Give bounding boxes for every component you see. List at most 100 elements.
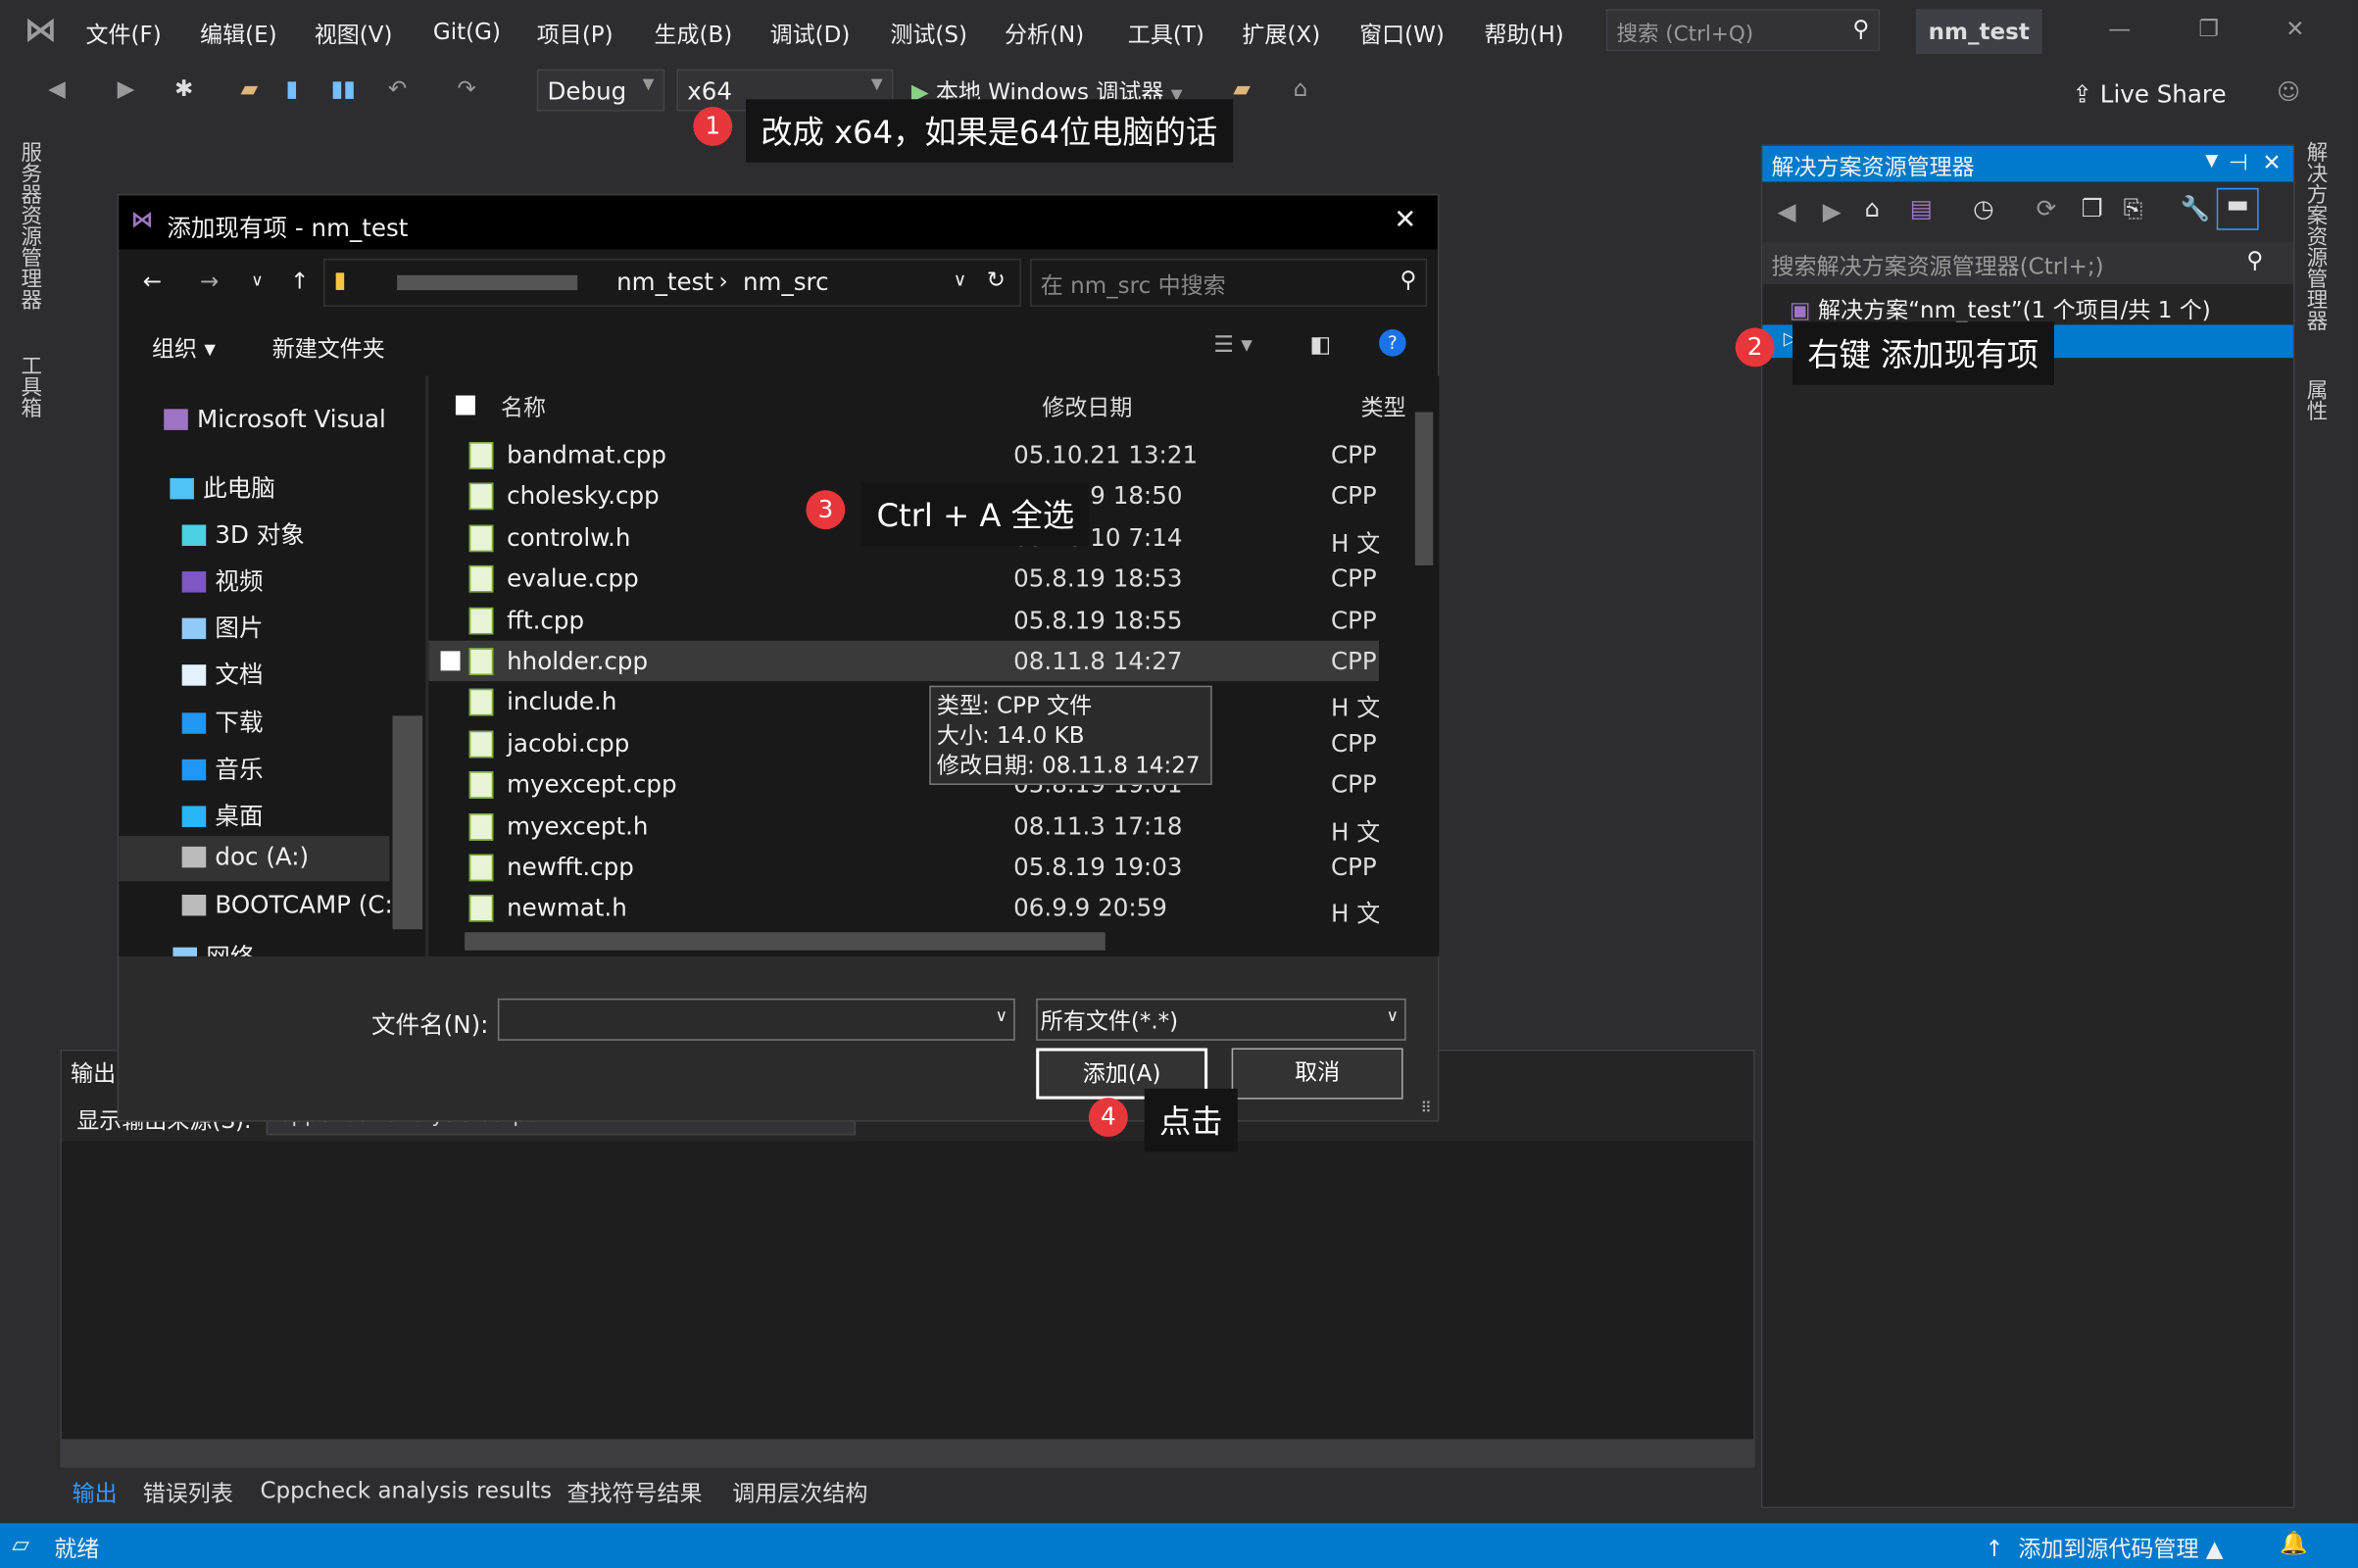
properties-icon[interactable]: 🔧 [2181, 194, 2211, 222]
menu-item-1[interactable]: 编辑(E) [200, 18, 277, 49]
feedback-icon[interactable]: ☺ [2277, 78, 2300, 106]
bottom-tab-1[interactable]: 错误列表 [143, 1477, 233, 1508]
chevron-down-icon[interactable]: ∨ [996, 1006, 1007, 1026]
nav-item[interactable]: 图片 [181, 608, 264, 644]
menu-item-8[interactable]: 分析(N) [1005, 18, 1084, 49]
organize-button[interactable]: 组织 ▾ [152, 332, 216, 364]
undo-icon[interactable]: ↶ [388, 75, 407, 103]
save-icon[interactable]: ▮ [286, 75, 299, 103]
file-row[interactable]: jacobi.cpp CPP [428, 723, 1379, 763]
pin-icon[interactable]: ⊣ [2229, 149, 2248, 176]
filename-input[interactable]: ∨ [497, 998, 1015, 1041]
view-options-icon[interactable]: ☰ ▾ [1213, 331, 1253, 359]
new-folder-button[interactable]: 新建文件夹 [272, 332, 385, 364]
close-window-button[interactable]: ✕ [2285, 15, 2304, 42]
nav-item[interactable]: 桌面 [181, 796, 264, 832]
close-dialog-button[interactable]: ✕ [1394, 205, 1416, 236]
properties-tab[interactable]: 属性 [2301, 379, 2332, 421]
forward-icon[interactable]: → [200, 268, 219, 295]
source-control-button[interactable]: ↑ 添加到源代码管理 ▲ [1985, 1533, 2223, 1564]
server-explorer-tab[interactable]: 服务器资源管理器 [15, 141, 45, 310]
nav-item[interactable]: BOOTCAMP (C: [181, 890, 393, 919]
nav-item[interactable]: 此电脑 [170, 467, 275, 504]
address-bar[interactable]: ▮ nm_test › nm_src ∨ ↻ [322, 258, 1021, 308]
file-row[interactable]: myexcept.cpp05.8.19 19:01CPP [428, 764, 1379, 805]
output-horizontal-scrollbar[interactable] [61, 1439, 1754, 1467]
configuration-dropdown[interactable]: Debug ▼ [536, 69, 665, 112]
nav-item[interactable]: 视频 [181, 561, 264, 597]
redo-icon[interactable]: ↷ [457, 75, 475, 103]
solution-search-input[interactable]: 搜索解决方案资源管理器(Ctrl+;) ⚲ [1762, 242, 2293, 285]
open-folder-icon[interactable]: ▰ [241, 75, 259, 103]
file-row[interactable]: bandmat.cpp 05.10.21 13:21 CPP [428, 434, 1379, 474]
file-horizontal-scrollbar[interactable] [428, 926, 1408, 956]
menu-item-5[interactable]: 生成(B) [654, 18, 732, 49]
nav-item[interactable]: 3D 对象 [181, 514, 305, 551]
show-all-files-icon[interactable]: ⎘ [2124, 194, 2143, 224]
folder-search-input[interactable]: 在 nm_src 中搜索 ⚲ [1030, 258, 1428, 308]
solution-explorer-tab[interactable]: 解决方案资源管理器 [2301, 141, 2332, 330]
output-text-area[interactable] [61, 1141, 1754, 1440]
menu-item-4[interactable]: 项目(P) [537, 18, 614, 49]
bottom-tab-4[interactable]: 调用层次结构 [732, 1477, 867, 1508]
column-header-name[interactable]: 名称 [501, 391, 546, 422]
refresh-icon[interactable]: ↻ [987, 267, 1006, 294]
breadcrumb-nm-src[interactable]: nm_src [743, 268, 829, 296]
bottom-tab-2[interactable]: Cppcheck analysis results [260, 1477, 552, 1504]
switch-views-icon[interactable]: ▤ [1910, 194, 1933, 222]
up-icon[interactable]: ↑ [290, 268, 309, 295]
select-all-checkbox[interactable] [455, 395, 475, 416]
file-vertical-scrollbar[interactable] [1409, 376, 1440, 927]
browser-icon[interactable]: ⌂ [1294, 75, 1308, 103]
pending-changes-icon[interactable]: ◷ [1973, 194, 1993, 222]
forward-icon[interactable]: ▶ [1823, 197, 1842, 225]
file-hscroll-thumb[interactable] [465, 932, 1105, 951]
menu-item-9[interactable]: 工具(T) [1128, 18, 1204, 49]
nav-item[interactable]: Microsoft Visual S [164, 405, 409, 433]
recent-locations-icon[interactable]: ∨ [251, 270, 263, 290]
file-row[interactable]: hholder.cpp 08.11.8 14:27 CPP [428, 640, 1380, 682]
back-icon[interactable]: ◀ [1778, 197, 1796, 225]
file-scroll-thumb[interactable] [1414, 412, 1434, 565]
new-project-icon[interactable]: ✱ [174, 75, 193, 103]
back-icon[interactable]: ◀ [48, 75, 66, 103]
bottom-tab-3[interactable]: 查找符号结果 [566, 1477, 702, 1508]
nav-item[interactable]: 下载 [181, 703, 264, 739]
file-checkbox[interactable] [440, 651, 461, 671]
bottom-tab-0[interactable]: 输出 [73, 1477, 118, 1508]
file-row[interactable]: fft.cpp 05.8.19 18:55 CPP [428, 600, 1379, 640]
nav-item[interactable]: doc (A:) [119, 836, 390, 882]
dropdown-icon[interactable]: ▼ [2205, 150, 2218, 170]
close-panel-icon[interactable]: ✕ [2262, 149, 2281, 176]
home-icon[interactable]: ⌂ [1865, 194, 1881, 222]
nav-item[interactable]: 文档 [181, 654, 264, 690]
nav-item[interactable]: 网络 [172, 937, 254, 956]
file-row[interactable]: evalue.cpp 05.8.19 18:53 CPP [428, 559, 1379, 599]
cancel-button[interactable]: 取消 [1231, 1048, 1403, 1100]
nav-item[interactable]: 音乐 [181, 749, 264, 785]
menu-item-12[interactable]: 帮助(H) [1484, 18, 1563, 49]
menu-item-7[interactable]: 测试(S) [890, 18, 967, 49]
live-share-button[interactable]: ⇪ Live Share [2072, 79, 2226, 108]
file-row[interactable]: include.h H 文 [428, 682, 1379, 722]
menu-item-11[interactable]: 窗口(W) [1359, 18, 1445, 49]
refresh-icon[interactable]: ⟳ [2037, 194, 2057, 222]
save-all-icon[interactable]: ▮▮ [331, 75, 356, 103]
preview-pane-icon[interactable]: ◧ [1309, 331, 1331, 359]
global-search[interactable]: 搜索 (Ctrl+Q) ⚲ [1605, 9, 1880, 52]
menu-item-2[interactable]: 视图(V) [315, 18, 393, 49]
file-row[interactable]: newfft.cpp 05.8.19 19:03 CPP [428, 847, 1379, 887]
menu-item-10[interactable]: 扩展(X) [1242, 18, 1320, 49]
notifications-icon[interactable]: 🔔 [2280, 1529, 2308, 1556]
collapse-all-icon[interactable]: ❐ [2082, 194, 2103, 222]
column-header-date[interactable]: 修改日期 [1042, 391, 1132, 422]
menu-item-6[interactable]: 调试(D) [770, 18, 851, 49]
chevron-down-icon[interactable]: ∨ [954, 270, 966, 290]
minimize-button[interactable]: — [2108, 15, 2131, 42]
breadcrumb-nm-test[interactable]: nm_test [616, 268, 713, 296]
toolbox-tab[interactable]: 工具箱 [15, 355, 45, 417]
resize-grip-icon[interactable]: ⠿ [1421, 1101, 1432, 1117]
restore-button[interactable]: ❐ [2198, 15, 2219, 42]
preview-icon[interactable]: ▬ [2216, 187, 2259, 230]
column-header-type[interactable]: 类型 [1361, 391, 1406, 422]
